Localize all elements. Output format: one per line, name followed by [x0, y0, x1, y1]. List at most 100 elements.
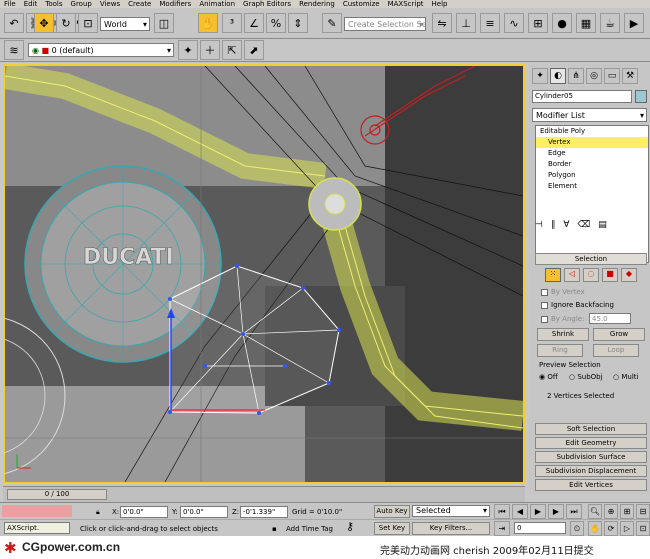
x-coordinate-field[interactable]: 0'0.0"	[120, 506, 168, 518]
curve-editor-icon[interactable]: ∿	[504, 13, 524, 33]
show-end-result-icon[interactable]: ∥	[551, 220, 556, 234]
select-scale-icon[interactable]: ⊡	[78, 13, 98, 33]
align-icon[interactable]: ⊥	[456, 13, 476, 33]
create-layer-icon[interactable]: ✦	[178, 40, 198, 60]
render-icon[interactable]: ☕	[600, 13, 620, 33]
menu-rendering[interactable]: Rendering	[295, 0, 339, 8]
add-time-tag-button[interactable]: Add Time Tag	[286, 524, 333, 534]
polygon-mode-icon[interactable]: ■	[602, 268, 618, 282]
by-angle-checkbox[interactable]	[541, 316, 548, 323]
time-tag-icon[interactable]: ▪	[272, 524, 277, 534]
key-icon[interactable]: ⚷	[346, 521, 354, 532]
z-coordinate-field[interactable]: -0'1.339"	[240, 506, 288, 518]
modifier-list-select[interactable]: Modifier List	[532, 108, 647, 122]
select-layer-icon[interactable]: ⇱	[222, 40, 242, 60]
soft-selection-rollout[interactable]: Soft Selection	[535, 423, 647, 435]
shrink-button[interactable]: Shrink	[537, 328, 589, 341]
stack-item-editable-poly[interactable]: Editable Poly	[536, 126, 648, 137]
utilities-tab-icon[interactable]: ⚒	[622, 68, 638, 84]
spinner-snap-icon[interactable]: ⇕	[288, 13, 308, 33]
menu-graph-editors[interactable]: Graph Editors	[239, 0, 295, 8]
go-to-end-icon[interactable]: ⏭	[566, 504, 582, 519]
previous-frame-icon[interactable]: ◀	[512, 504, 528, 519]
menu-group[interactable]: Group	[67, 0, 96, 8]
preview-multi-radio[interactable]: ○ Multi	[613, 372, 638, 382]
configure-sets-icon[interactable]: ▤	[598, 220, 607, 234]
motion-tab-icon[interactable]: ◎	[586, 68, 602, 84]
quick-render-icon[interactable]: ▶	[624, 13, 644, 33]
menu-file[interactable]: File	[0, 0, 20, 8]
stack-item-border[interactable]: Border	[536, 159, 648, 170]
orbit-icon[interactable]: ⟳	[604, 521, 618, 536]
named-selection-set-select[interactable]: Create Selection Se	[344, 17, 426, 31]
select-move-icon[interactable]: ✥	[34, 13, 54, 33]
layer-manager-icon[interactable]: ≡	[480, 13, 500, 33]
zoom-extents-icon[interactable]: ⊞	[620, 504, 634, 519]
render-setup-icon[interactable]: ▦	[576, 13, 596, 33]
maxscript-listener[interactable]: AXScript.	[4, 522, 70, 534]
stack-item-element[interactable]: Element	[536, 181, 648, 192]
set-current-layer-icon[interactable]: ⬈	[244, 40, 264, 60]
auto-key-button[interactable]: Auto Key	[374, 505, 410, 518]
zoom-extents-all-icon[interactable]: ⊟	[636, 504, 650, 519]
material-editor-icon[interactable]: ●	[552, 13, 572, 33]
next-frame-icon[interactable]: ▶	[548, 504, 564, 519]
border-mode-icon[interactable]: ◌	[583, 268, 599, 282]
menu-views[interactable]: Views	[96, 0, 124, 8]
go-to-start-icon[interactable]: ⏮	[494, 504, 510, 519]
by-vertex-checkbox[interactable]	[541, 289, 548, 296]
menu-tools[interactable]: Tools	[41, 0, 66, 8]
time-slider-handle[interactable]: 0 / 100	[7, 489, 107, 500]
mirror-icon[interactable]: ⇋	[432, 13, 452, 33]
pin-stack-icon[interactable]: ⊣	[535, 220, 543, 234]
ignore-backfacing-checkbox[interactable]	[541, 302, 548, 309]
maximize-viewport-icon[interactable]: ⊡	[636, 521, 650, 536]
pan-icon[interactable]: ✋	[588, 521, 602, 536]
select-manipulate-icon[interactable]: ✋	[198, 13, 218, 33]
menu-animation[interactable]: Animation	[195, 0, 239, 8]
subdivision-displacement-rollout[interactable]: Subdivision Displacement	[535, 465, 647, 477]
reference-coordinate-select[interactable]: World	[100, 17, 150, 31]
preview-off-radio[interactable]: ◉ Off	[539, 372, 558, 382]
undo-icon[interactable]: ↶	[4, 13, 24, 33]
angle-snap-icon[interactable]: ∠	[244, 13, 264, 33]
object-name-field[interactable]: Cylinder05	[532, 90, 632, 103]
subdivision-surface-rollout[interactable]: Subdivision Surface	[535, 451, 647, 463]
remove-modifier-icon[interactable]: ⌫	[578, 220, 591, 234]
y-coordinate-field[interactable]: 0'0.0"	[180, 506, 228, 518]
display-tab-icon[interactable]: ▭	[604, 68, 620, 84]
menu-customize[interactable]: Customize	[339, 0, 384, 8]
menu-maxscript[interactable]: MAXScript	[384, 0, 428, 8]
set-key-button[interactable]: Set Key	[374, 522, 410, 535]
perspective-viewport[interactable]: DUCATI	[3, 64, 525, 484]
edit-geometry-rollout[interactable]: Edit Geometry	[535, 437, 647, 449]
time-slider[interactable]: 0 / 100	[3, 486, 525, 502]
zoom-icon[interactable]: 🔍︎	[588, 504, 602, 519]
ring-button[interactable]: Ring	[537, 344, 583, 357]
hierarchy-tab-icon[interactable]: ⋔	[568, 68, 584, 84]
preview-subobj-radio[interactable]: ○ SubObj	[569, 372, 603, 382]
schematic-view-icon[interactable]: ⊞	[528, 13, 548, 33]
percent-snap-icon[interactable]: %	[266, 13, 286, 33]
play-icon[interactable]: ▶	[530, 504, 546, 519]
menu-help[interactable]: Help	[428, 0, 452, 8]
menu-create[interactable]: Create	[124, 0, 155, 8]
layers-icon[interactable]: ≋	[4, 40, 24, 60]
menu-edit[interactable]: Edit	[20, 0, 42, 8]
make-unique-icon[interactable]: ∀	[563, 220, 569, 234]
stack-item-edge[interactable]: Edge	[536, 148, 648, 159]
modify-tab-icon[interactable]: ◐	[550, 68, 566, 84]
menu-modifiers[interactable]: Modifiers	[155, 0, 195, 8]
object-color-swatch[interactable]	[635, 90, 647, 103]
edge-mode-icon[interactable]: ◁	[564, 268, 580, 282]
key-filters-button[interactable]: Key Filters...	[412, 522, 490, 535]
current-frame-field[interactable]: 0	[514, 522, 566, 534]
lock-selection-icon[interactable]: 🔒︎	[96, 507, 100, 517]
stack-item-vertex[interactable]: Vertex	[536, 137, 648, 148]
zoom-all-icon[interactable]: ⊕	[604, 504, 618, 519]
loop-button[interactable]: Loop	[593, 344, 639, 357]
field-of-view-icon[interactable]: ▷	[620, 521, 634, 536]
create-tab-icon[interactable]: ✦	[532, 68, 548, 84]
key-mode-select[interactable]: Selected	[412, 505, 490, 517]
edit-named-selection-icon[interactable]: ✎	[322, 13, 342, 33]
